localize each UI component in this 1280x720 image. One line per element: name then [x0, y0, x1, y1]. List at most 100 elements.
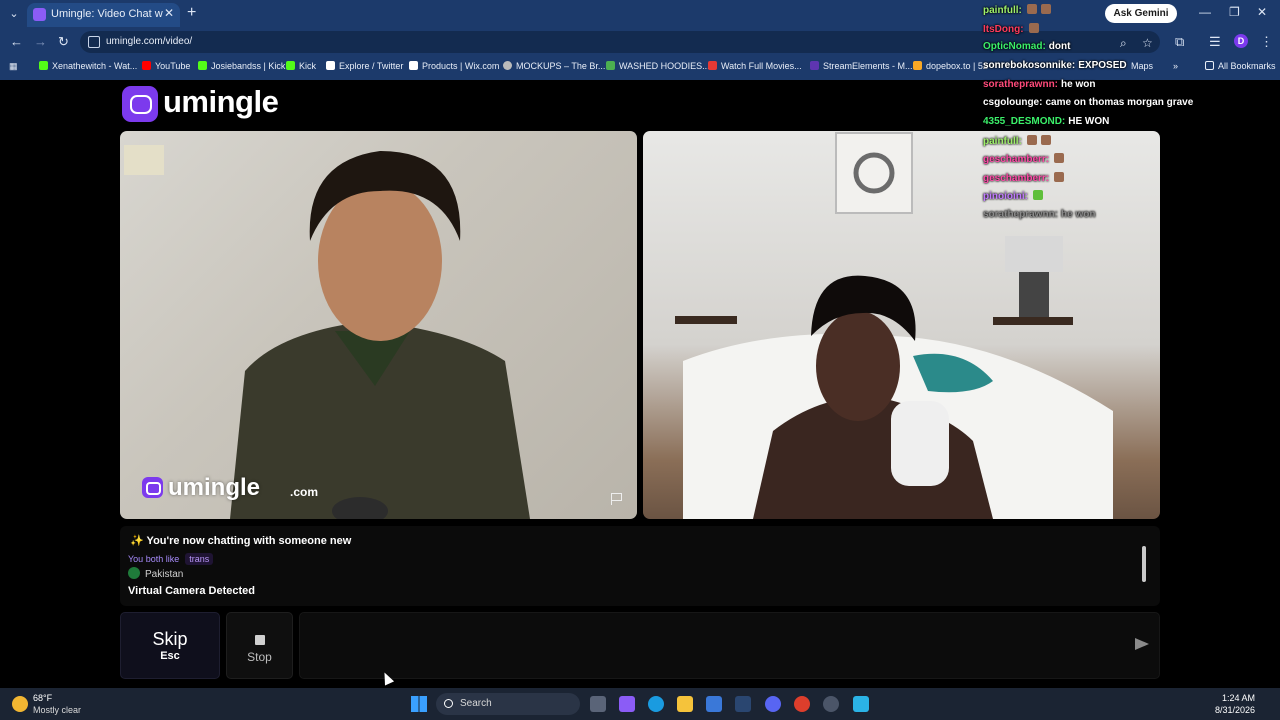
bookmark-item[interactable]: Kick	[286, 61, 316, 71]
site-info-icon[interactable]	[88, 36, 100, 48]
watermark-domain: .com	[290, 485, 319, 499]
bookmark-label: Watch Full Movies...	[721, 61, 802, 71]
chrome-icon[interactable]	[794, 696, 810, 712]
chat-message: he won	[1061, 209, 1096, 220]
chat-user: csgolounge:	[983, 97, 1043, 108]
close-tab-icon[interactable]: ✕	[164, 6, 174, 20]
chat-line: sonrebokosonnike: EXPOSED	[983, 60, 1127, 71]
edge-icon[interactable]	[648, 696, 664, 712]
weather-temperature[interactable]: 68°F	[33, 693, 52, 703]
forward-icon[interactable]: →	[34, 34, 47, 49]
taskbar-search[interactable]: Search	[436, 693, 580, 715]
tab-title: Umingle: Video Chat with S	[51, 8, 163, 20]
wall-fixture	[124, 145, 164, 175]
windows-taskbar: 68°F Mostly clear Search 1:24 AM 8/31/20…	[0, 688, 1280, 720]
cup-shape	[891, 401, 949, 486]
emote-icon	[1054, 153, 1065, 163]
bookmark-label: Explore / Twitter	[339, 61, 404, 71]
bookmark-item[interactable]: Explore / Twitter	[326, 61, 403, 71]
bookmark-item[interactable]: WASHED HOODIES...	[606, 61, 710, 71]
umingle-favicon-icon	[33, 8, 46, 21]
shared-interests: You both like trans	[128, 553, 214, 565]
stop-button[interactable]: Stop	[226, 612, 293, 679]
bookmark-label: Josiebandss | Kick	[211, 61, 286, 71]
bookmark-item[interactable]: YouTube	[142, 61, 190, 71]
bookmark-item[interactable]: StreamElements - M...	[810, 61, 913, 71]
right-nightstand	[993, 317, 1073, 325]
bookmark-label: WASHED HOODIES...	[619, 61, 710, 71]
chat-user: sonrebokosonnike:	[983, 60, 1076, 71]
bookmark-item[interactable]: MOCKUPS – The Br...	[503, 61, 605, 71]
emote-icon	[1040, 4, 1051, 14]
country-label: Pakistan	[145, 569, 184, 580]
local-video: umingle .com	[120, 131, 637, 519]
chat-user: painfull:	[983, 5, 1022, 16]
emote-icon	[1054, 172, 1065, 182]
emote-icon	[1026, 4, 1037, 14]
copilot-icon[interactable]	[619, 696, 635, 712]
windows-start-icon[interactable]	[411, 696, 427, 712]
bookmark-label: dopebox.to | 52	[926, 61, 988, 71]
chat-line: 4355_DESMOND: HE WON	[983, 116, 1109, 127]
chat-line: ItsDong:	[983, 23, 1041, 35]
task-view-icon[interactable]	[590, 696, 606, 712]
tab-umingle[interactable]: Umingle: Video Chat with S ✕	[27, 3, 180, 27]
clock-date[interactable]: 8/31/2026	[1215, 705, 1255, 715]
chat-line: csgolounge: came on thomas morgan grave	[983, 97, 1193, 108]
face-shape	[816, 311, 900, 421]
weather-description[interactable]: Mostly clear	[33, 705, 81, 715]
skip-button[interactable]: Skip Esc	[120, 612, 220, 679]
bookmark-item[interactable]: Josiebandss | Kick	[198, 61, 285, 71]
send-icon[interactable]	[1135, 638, 1149, 650]
bookmark-item[interactable]: dopebox.to | 52	[913, 61, 988, 71]
stranger-country: Pakistan	[128, 567, 183, 580]
chat-user: painfull:	[983, 136, 1022, 147]
discord-icon[interactable]	[765, 696, 781, 712]
chat-user: geschamberr:	[983, 154, 1050, 165]
chat-line: painfull:	[983, 4, 1053, 16]
emote-icon	[1026, 135, 1037, 145]
watermark-chat-icon	[142, 477, 163, 498]
chat-user: soratheprawnn:	[983, 209, 1059, 220]
stream-chat-overlay: painfull: ItsDong: OpticNomad: dont sonre…	[983, 4, 1280, 228]
url-text: umingle.com/video/	[106, 36, 193, 47]
stop-icon	[255, 635, 265, 645]
steam-icon[interactable]	[735, 696, 751, 712]
reload-icon[interactable]: ↻	[58, 34, 69, 50]
chat-message: he won	[1061, 79, 1096, 90]
lamp-shade	[1005, 236, 1063, 272]
chat-user: soratheprawnn:	[983, 79, 1059, 90]
back-icon[interactable]: ←	[10, 34, 23, 49]
bookmark-label: Xenathewitch - Wat...	[52, 61, 138, 71]
app-icon[interactable]	[853, 696, 869, 712]
apps-icon[interactable]: ▦	[9, 61, 18, 72]
local-camera-feed	[124, 145, 530, 519]
chat-message: dont	[1048, 41, 1071, 52]
face-shape	[318, 181, 442, 341]
report-flag-icon[interactable]	[611, 493, 623, 505]
lamp-base	[1019, 272, 1049, 317]
chat-line: painfull:	[983, 135, 1053, 147]
scrollbar-thumb[interactable]	[1142, 546, 1146, 582]
chat-message: HE WON	[1068, 116, 1110, 127]
bookmark-item[interactable]: Products | Wix.com	[409, 61, 499, 71]
chat-user: pinoioini:	[983, 191, 1028, 202]
emote-icon	[1033, 190, 1043, 200]
store-icon[interactable]	[706, 696, 722, 712]
chat-line: geschamberr:	[983, 153, 1066, 165]
chat-info-panel: ✨ You're now chatting with someone new Y…	[120, 526, 1160, 606]
bookmark-item[interactable]: Watch Full Movies...	[708, 61, 802, 71]
message-input[interactable]	[299, 612, 1160, 679]
wall-art	[835, 132, 913, 214]
tab-search-icon[interactable]: ⌄	[6, 6, 22, 22]
chat-user: geschamberr:	[983, 173, 1050, 184]
bookmark-item[interactable]: Xenathewitch - Wat...	[39, 61, 137, 71]
obs-icon[interactable]	[823, 696, 839, 712]
chat-scrollbar[interactable]	[1140, 534, 1148, 598]
chat-line: geschamberr:	[983, 172, 1066, 184]
clock-time[interactable]: 1:24 AM	[1222, 693, 1255, 703]
file-explorer-icon[interactable]	[677, 696, 693, 712]
bookmark-label: Kick	[299, 61, 317, 71]
weather-moon-icon[interactable]	[12, 696, 28, 712]
new-tab-button[interactable]: +	[187, 4, 196, 22]
